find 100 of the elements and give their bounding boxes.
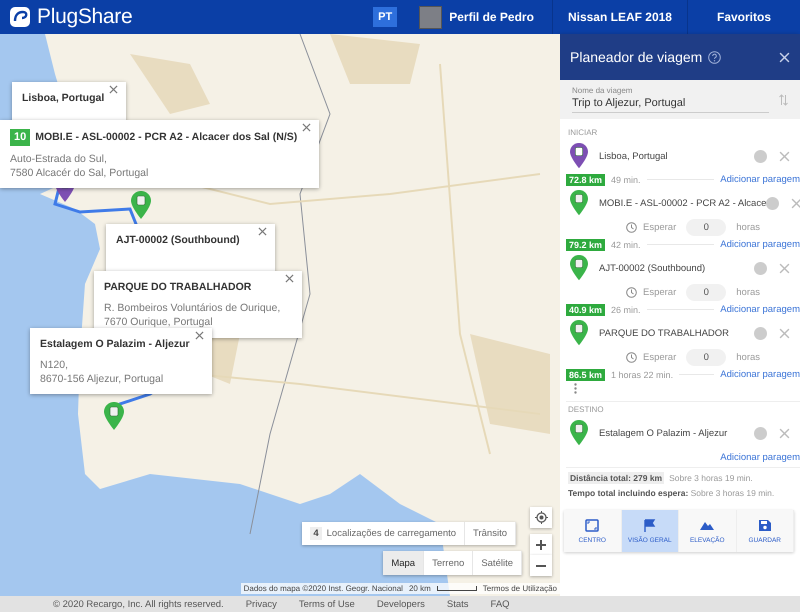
footer-link[interactable]: Developers (376, 598, 425, 610)
profile-button[interactable]: Perfil de Pedro (419, 0, 552, 34)
close-icon (779, 262, 790, 274)
charging-locations-toggle[interactable]: 4 Localizações de carregamento (302, 522, 466, 545)
field-label: Nome da viagem (572, 86, 634, 95)
popup-close-button[interactable] (302, 123, 312, 133)
terms-link[interactable]: Termos de Utilização (482, 584, 557, 593)
remove-stop-button[interactable] (779, 150, 790, 162)
hours-label: horas (736, 286, 760, 298)
popup-address: 7670 Ourique, Portugal (104, 315, 214, 329)
popup-address: Auto-Estrada do Sul, (10, 152, 108, 166)
clock-icon (626, 352, 637, 362)
save-icon (758, 518, 772, 532)
zoom-in-button[interactable] (530, 534, 552, 555)
plug-logo-icon (9, 6, 31, 28)
plus-icon (536, 540, 546, 550)
popup-title: Lisboa, Portugal (22, 91, 104, 106)
scale-label: 20 km (408, 584, 431, 593)
add-stop-link[interactable]: Adicionar paragem (720, 452, 800, 463)
total-duration: Sobre 3 horas 19 min. (669, 473, 753, 483)
clock-icon (626, 222, 637, 232)
copyright-text: © 2020 Recargo, Inc. All rights reserved. (53, 598, 224, 610)
stop-name: Lisboa, Portugal (599, 150, 669, 162)
popup-title: AJT-00002 (Southbound) (116, 233, 241, 248)
duration-text: 1 horas 22 min. (611, 370, 674, 380)
stop-name: MOBI.E - ASL-00002 - PCR A2 - Alcace (599, 198, 766, 208)
wait-label: Esperar (642, 352, 676, 362)
avatar-placeholder (419, 6, 442, 28)
count-badge: 4 (310, 527, 322, 540)
duration-text: 26 min. (611, 304, 641, 314)
add-stop-link[interactable]: Adicionar paragem (720, 369, 800, 380)
popup-address: N120, (40, 358, 70, 372)
footer-link[interactable]: Privacy (246, 598, 277, 610)
section-label: DESTINO (566, 401, 800, 418)
wait-label: Esperar (642, 222, 676, 232)
duration-text: 49 min. (611, 174, 641, 184)
popup-title: 10 MOBI.E - ASL-00002 - PCR A2 - Alcacer dos Sal (N/S) (10, 129, 298, 146)
distance-badge: 40.9 km (566, 304, 606, 316)
locate-icon (534, 511, 548, 524)
close-icon (302, 123, 312, 132)
traffic-toggle[interactable]: Trânsito (465, 522, 516, 545)
logo-text: PlugShare (37, 5, 132, 29)
trip-name-field[interactable]: Nome da viagem Trip to Aljezur, Portugal (560, 80, 800, 119)
help-button[interactable] (708, 50, 722, 64)
popup-close-button[interactable] (109, 85, 120, 95)
popup-address: R. Bombeiros Voluntários de Ourique, (104, 301, 280, 315)
close-icon (109, 85, 118, 94)
remove-stop-button[interactable] (791, 198, 800, 208)
close-button[interactable] (779, 52, 790, 62)
popup-close-button[interactable] (194, 331, 205, 341)
remove-stop-button[interactable] (779, 328, 790, 338)
frame-icon (585, 518, 600, 532)
remove-stop-button[interactable] (779, 262, 790, 274)
wait-hours-field[interactable]: 0 (686, 348, 726, 366)
close-icon (779, 52, 790, 62)
language-button[interactable]: PT (373, 7, 398, 27)
add-stop-link[interactable]: Adicionar paragem (720, 174, 800, 185)
close-icon (791, 198, 800, 208)
panel-title: Planeador de viagem (570, 49, 702, 65)
vertical-dots-icon (574, 383, 576, 394)
popup-address: 8670-156 Aljezur, Portugal (40, 372, 164, 386)
wait-label: Esperar (642, 286, 676, 298)
swap-arrows-icon (779, 94, 788, 106)
footer-link[interactable]: FAQ (490, 598, 510, 610)
stop-name: AJT-00002 (Southbound) (599, 262, 706, 274)
close-icon (779, 428, 790, 438)
flag-icon (642, 518, 657, 532)
locate-button[interactable] (530, 507, 552, 528)
popup-close-button[interactable] (285, 274, 296, 284)
hours-label: horas (736, 222, 760, 232)
duration-text: 42 min. (611, 240, 641, 250)
footer-link[interactable]: Stats (446, 598, 469, 610)
hours-label: horas (736, 352, 760, 362)
map-type-tab[interactable]: Satélite (473, 551, 522, 575)
distance-badge: 86.5 km (566, 368, 606, 380)
popup-address: 7580 Alcacér do Sal, Portugal (10, 166, 150, 180)
trip-name-input[interactable]: Trip to Aljezur, Portugal (572, 95, 769, 109)
close-icon (779, 150, 790, 162)
section-label: INICIAR (567, 127, 598, 139)
attribution-text: Dados do mapa ©2020 Inst. Geogr. Nacional (244, 584, 403, 593)
add-stop-link[interactable]: Adicionar paragem (720, 304, 800, 315)
map-type-tab[interactable]: Terreno (424, 551, 474, 575)
close-icon (779, 328, 790, 338)
add-stop-link[interactable]: Adicionar paragem (720, 239, 800, 250)
popup-close-button[interactable] (258, 227, 268, 237)
remove-stop-button[interactable] (779, 428, 790, 438)
popup-title: PARQUE DO TRABALHADOR (104, 280, 252, 295)
total-distance: Distância total: 279 km (568, 472, 664, 484)
close-icon (194, 331, 204, 340)
help-icon (708, 50, 722, 64)
wait-hours-field[interactable]: 0 (686, 218, 726, 236)
stop-name: Estalagem O Palazim - Aljezur (599, 428, 728, 438)
popup-title: Estalagem O Palazim - Aljezur (40, 337, 190, 352)
zoom-out-button[interactable] (530, 555, 552, 576)
count-badge: 10 (10, 129, 30, 146)
map-type-tab[interactable]: Mapa (383, 551, 424, 575)
wait-hours-field[interactable]: 0 (686, 284, 726, 300)
footer-link[interactable]: Terms of Use (298, 598, 355, 610)
distance-badge: 79.2 km (566, 238, 606, 250)
total-time-text: Tempo total incluindo espera: Sobre 3 horas 19 min. (568, 488, 776, 498)
